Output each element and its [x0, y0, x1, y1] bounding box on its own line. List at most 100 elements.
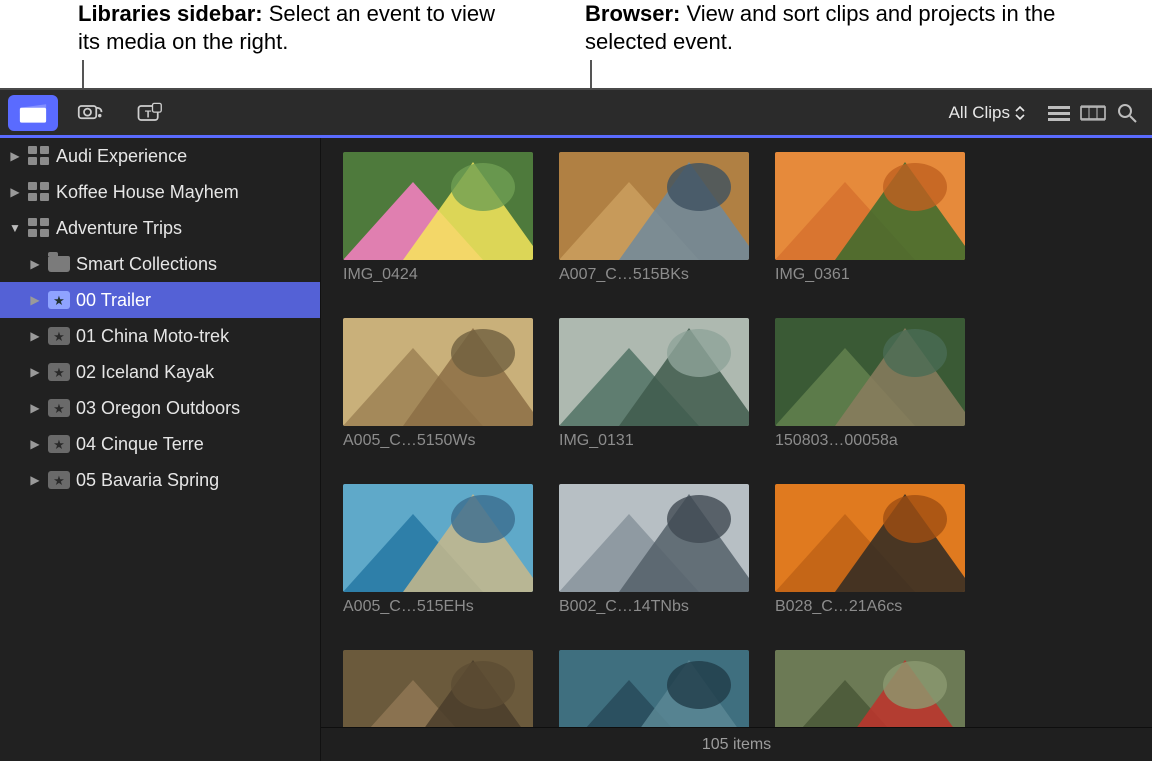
library-row[interactable]: ▶ Audi Experience [0, 138, 320, 174]
event-name: 03 Oregon Outdoors [76, 398, 240, 419]
updown-chevron-icon [1014, 105, 1026, 121]
clip-item[interactable]: B028_C…21A6cs [775, 484, 965, 616]
event-row[interactable]: ▶ ★ 01 China Moto-trek [0, 318, 320, 354]
library-icon [28, 182, 50, 202]
clip-thumbnail [343, 484, 533, 592]
disclosure-triangle-icon[interactable]: ▶ [28, 365, 42, 379]
folder-icon [48, 254, 70, 274]
content-area: ▶ Audi Experience ▶ Koffee House Mayhem ▼ Adv… [0, 138, 1152, 761]
clip-name: IMG_0424 [343, 266, 533, 284]
disclosure-triangle-icon[interactable]: ▶ [28, 473, 42, 487]
clip-item[interactable] [343, 650, 533, 727]
event-name: 00 Trailer [76, 290, 151, 311]
library-name: Koffee House Mayhem [56, 182, 239, 203]
list-view-button[interactable] [1042, 96, 1076, 130]
svg-text:T: T [145, 108, 152, 120]
titles-generators-tab-button[interactable]: T [124, 95, 174, 131]
library-row[interactable]: ▼ Adventure Trips [0, 210, 320, 246]
clip-item[interactable]: IMG_0361 [775, 152, 965, 284]
clip-name: 150803…00058a [775, 432, 965, 450]
event-name: 05 Bavaria Spring [76, 470, 219, 491]
clip-name: A005_C…5150Ws [343, 432, 533, 450]
clip-filter-dropdown[interactable]: All Clips [947, 99, 1028, 127]
clip-thumbnail [559, 152, 749, 260]
clip-item[interactable]: IMG_0131 [559, 318, 749, 450]
library-row[interactable]: ▶ Koffee House Mayhem [0, 174, 320, 210]
event-row[interactable]: ▶ Smart Collections [0, 246, 320, 282]
event-name: 01 China Moto-trek [76, 326, 229, 347]
clip-name: IMG_0131 [559, 432, 749, 450]
toolbar: T All Clips [0, 90, 1152, 138]
browser-status-bar: 105 items [321, 727, 1152, 761]
clip-item[interactable]: A005_C…515EHs [343, 484, 533, 616]
event-row[interactable]: ▶ ★ 04 Cinque Terre [0, 426, 320, 462]
clip-item[interactable] [559, 650, 749, 727]
disclosure-triangle-icon[interactable]: ▶ [28, 257, 42, 271]
library-name: Audi Experience [56, 146, 187, 167]
photos-audio-tab-button[interactable] [66, 95, 116, 131]
annotation-area: Libraries sidebar: Select an event to vi… [0, 0, 1152, 88]
photos-audio-icon [77, 102, 105, 124]
disclosure-triangle-icon[interactable]: ▶ [28, 293, 42, 307]
event-name: 02 Iceland Kayak [76, 362, 214, 383]
libraries-tab-button[interactable] [8, 95, 58, 131]
event-star-icon: ★ [48, 434, 70, 454]
clip-item[interactable]: A007_C…515BKs [559, 152, 749, 284]
clip-name: A005_C…515EHs [343, 598, 533, 616]
clip-item[interactable]: B002_C…14TNbs [559, 484, 749, 616]
search-icon [1116, 102, 1138, 124]
clip-grid[interactable]: IMG_0424 A007_C…515BKs IMG_0361 A005_C…5150… [321, 138, 1152, 727]
event-star-icon: ★ [48, 290, 70, 310]
disclosure-triangle-icon[interactable]: ▶ [8, 149, 22, 163]
disclosure-triangle-icon[interactable]: ▶ [28, 329, 42, 343]
clip-thumbnail [775, 318, 965, 426]
event-star-icon: ★ [48, 398, 70, 418]
filmstrip-icon [1080, 104, 1106, 122]
clip-thumbnail [559, 484, 749, 592]
clip-name: B028_C…21A6cs [775, 598, 965, 616]
disclosure-triangle-icon[interactable]: ▶ [8, 185, 22, 199]
clip-item[interactable]: IMG_0424 [343, 152, 533, 284]
clip-thumbnail [775, 650, 965, 727]
event-star-icon: ★ [48, 326, 70, 346]
clip-name: IMG_0361 [775, 266, 965, 284]
event-row[interactable]: ▶ ★ 00 Trailer [0, 282, 320, 318]
item-count: 105 items [702, 736, 771, 754]
clip-thumbnail [343, 318, 533, 426]
annotation-browser: Browser: View and sort clips and project… [585, 0, 1125, 56]
titles-icon: T [135, 102, 163, 124]
clip-thumbnail [343, 152, 533, 260]
list-view-icon [1047, 104, 1071, 122]
clip-thumbnail [775, 152, 965, 260]
event-row[interactable]: ▶ ★ 05 Bavaria Spring [0, 462, 320, 498]
clip-name: B002_C…14TNbs [559, 598, 749, 616]
app-window: T All Clips ▶ Audi Experience ▶ Koffee Hous… [0, 88, 1152, 761]
disclosure-triangle-icon[interactable]: ▼ [8, 221, 22, 235]
event-star-icon: ★ [48, 362, 70, 382]
clip-item[interactable] [775, 650, 965, 727]
library-name: Adventure Trips [56, 218, 182, 239]
clip-name: A007_C…515BKs [559, 266, 749, 284]
library-icon [28, 146, 50, 166]
clip-thumbnail [343, 650, 533, 727]
library-icon [28, 218, 50, 238]
disclosure-triangle-icon[interactable]: ▶ [28, 437, 42, 451]
browser-pane: IMG_0424 A007_C…515BKs IMG_0361 A005_C…5150… [320, 138, 1152, 761]
clip-thumbnail [775, 484, 965, 592]
event-row[interactable]: ▶ ★ 03 Oregon Outdoors [0, 390, 320, 426]
clip-item[interactable]: 150803…00058a [775, 318, 965, 450]
event-row[interactable]: ▶ ★ 02 Iceland Kayak [0, 354, 320, 390]
libraries-sidebar[interactable]: ▶ Audi Experience ▶ Koffee House Mayhem ▼ Adv… [0, 138, 320, 761]
annotation-sidebar: Libraries sidebar: Select an event to vi… [78, 0, 498, 56]
clip-thumbnail [559, 318, 749, 426]
clip-thumbnail [559, 650, 749, 727]
event-name: Smart Collections [76, 254, 217, 275]
search-button[interactable] [1110, 96, 1144, 130]
event-name: 04 Cinque Terre [76, 434, 204, 455]
clip-filter-label: All Clips [949, 103, 1010, 123]
event-star-icon: ★ [48, 470, 70, 490]
clip-item[interactable]: A005_C…5150Ws [343, 318, 533, 450]
clapperboard-star-icon [19, 102, 47, 124]
disclosure-triangle-icon[interactable]: ▶ [28, 401, 42, 415]
filmstrip-view-button[interactable] [1076, 96, 1110, 130]
